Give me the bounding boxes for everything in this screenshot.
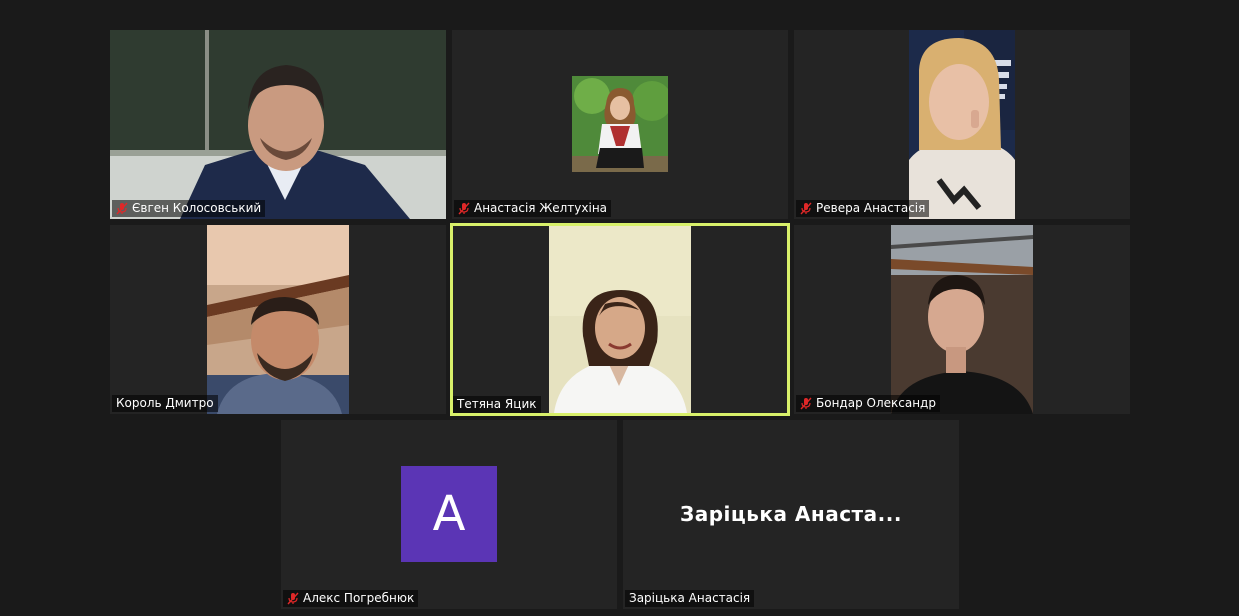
- avatar-letter: A: [432, 486, 466, 542]
- participant-tile-4[interactable]: Король Дмитро: [110, 225, 446, 414]
- participant-tile-2[interactable]: Анастасія Желтухіна: [452, 30, 788, 219]
- participant-tile-8[interactable]: Заріцька Анаста... Заріцька Анастасія: [623, 420, 959, 609]
- participant-name: Тетяна Яцик: [457, 397, 537, 411]
- participant-name: Алекс Погребнюк: [303, 591, 415, 605]
- participant-name: Король Дмитро: [116, 396, 214, 410]
- participant-name: Заріцька Анастасія: [629, 591, 751, 605]
- participant-name-tag-7: Алекс Погребнюк: [283, 590, 419, 607]
- participant-video-6: [891, 225, 1033, 414]
- mic-muted-icon: [800, 397, 812, 410]
- avatar: A: [401, 466, 497, 562]
- video-frame-3: [909, 30, 1015, 219]
- participant-name-tag-6: Бондар Олександр: [796, 395, 940, 412]
- participant-name: Євген Колосовський: [132, 201, 262, 215]
- participant-tile-3[interactable]: Ревера Анастасія: [794, 30, 1130, 219]
- participant-video-4: [207, 225, 349, 414]
- participant-display-name: Заріцька Анаста...: [680, 502, 902, 526]
- participant-video-3: [909, 30, 1015, 219]
- participant-name: Ревера Анастасія: [816, 201, 926, 215]
- participant-tile-6[interactable]: Бондар Олександр: [794, 225, 1130, 414]
- participant-tile-5[interactable]: Тетяна Яцик: [450, 223, 790, 416]
- participant-video-1: [110, 30, 446, 219]
- participant-tile-1[interactable]: Євген Колосовський: [110, 30, 446, 219]
- participant-name-tag-4: Король Дмитро: [112, 395, 218, 412]
- participant-name-tag-1: Євген Колосовський: [112, 200, 266, 217]
- participant-name-tag-5: Тетяна Яцик: [453, 396, 541, 413]
- video-frame-4: [207, 225, 349, 414]
- mic-muted-icon: [287, 592, 299, 605]
- profile-picture: [572, 76, 668, 172]
- participant-video-5: [549, 226, 691, 413]
- participant-name-tag-3: Ревера Анастасія: [796, 200, 930, 217]
- video-frame-1: [110, 30, 446, 219]
- mic-muted-icon: [116, 202, 128, 215]
- participant-name: Бондар Олександр: [816, 396, 936, 410]
- participant-name-tag-8: Заріцька Анастасія: [625, 590, 755, 607]
- participant-name-tag-2: Анастасія Желтухіна: [454, 200, 612, 217]
- mic-muted-icon: [800, 202, 812, 215]
- video-frame-5: [549, 226, 691, 413]
- participant-tile-7[interactable]: A Алекс Погребнюк: [281, 420, 617, 609]
- mic-muted-icon: [458, 202, 470, 215]
- participant-name: Анастасія Желтухіна: [474, 201, 608, 215]
- video-frame-6: [891, 225, 1033, 414]
